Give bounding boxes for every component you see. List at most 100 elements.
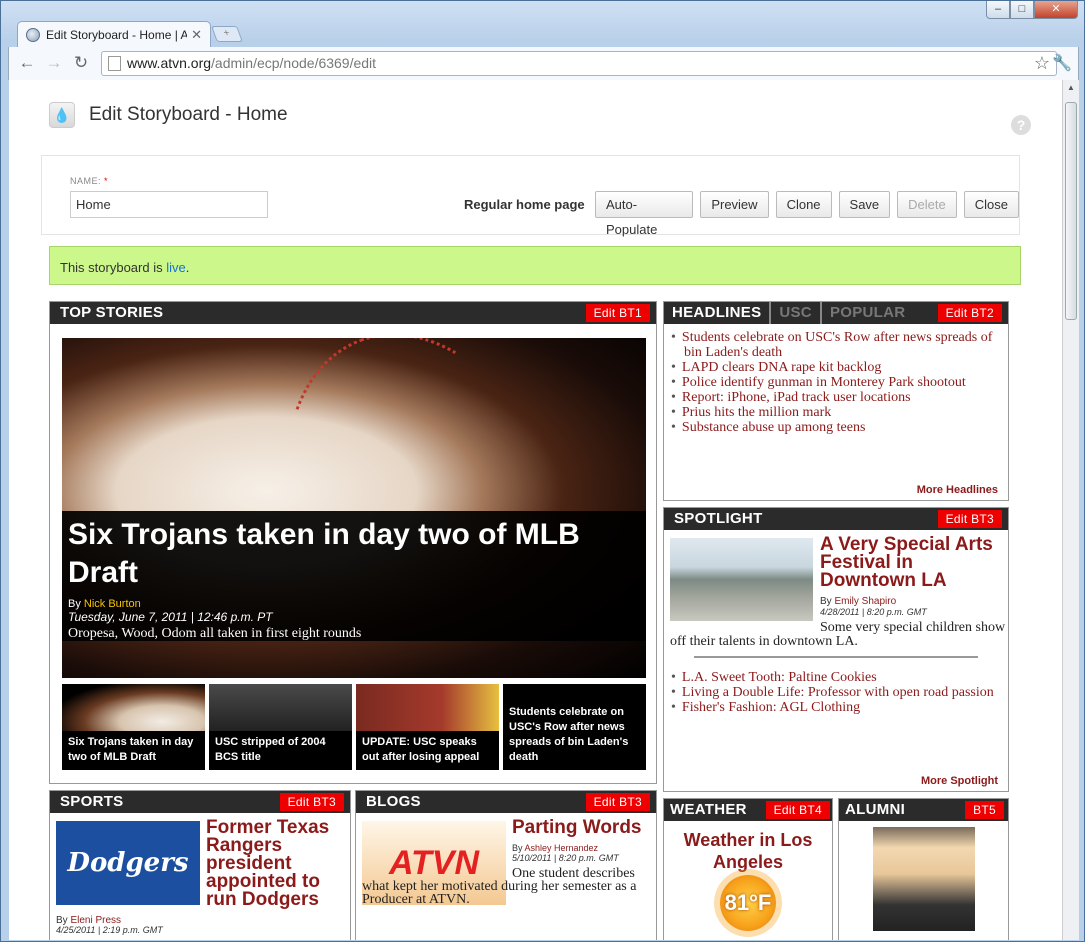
headlines-panel: HEADLINES USC POPULAR Edit BT2 Students … — [663, 301, 1009, 501]
story-thumb[interactable]: USC stripped of 2004 BCS title — [209, 684, 352, 770]
alumni-photo[interactable] — [873, 827, 975, 931]
save-button[interactable]: Save — [838, 191, 891, 218]
more-headlines-link[interactable]: More Headlines — [917, 484, 998, 496]
list-item[interactable]: Fisher's Fashion: AGL Clothing — [682, 700, 1008, 715]
tab-popular[interactable]: POPULAR — [822, 302, 913, 324]
spotlight-title[interactable]: A Very Special Arts Festival in Downtown… — [820, 535, 1006, 590]
thumb-image — [62, 684, 205, 732]
spotlight-description: Some very special children show off thei… — [670, 620, 1006, 649]
name-label: NAME: * — [70, 176, 109, 186]
window-controls: – □ ✕ — [986, 1, 1078, 19]
blogs-title[interactable]: Parting Words — [512, 818, 652, 837]
hero-date: Tuesday, June 7, 2011 | 12:46 p.m. PT — [68, 610, 273, 624]
tab-title: Edit Storyboard - Home | A — [46, 27, 188, 42]
tab-headlines[interactable]: HEADLINES — [664, 302, 772, 324]
list-item[interactable]: Report: iPhone, iPad track user location… — [682, 390, 1008, 405]
url-host: www.atvn.org — [127, 55, 212, 71]
close-window-icon[interactable]: ✕ — [1034, 1, 1078, 19]
url-path: /admin/ecp/node/6369/edit — [211, 55, 377, 71]
story-thumb[interactable]: Six Trojans taken in day two of MLB Draf… — [62, 684, 205, 770]
page-header: 💧 Edit Storyboard - Home — [49, 102, 288, 128]
edit-bt3-button[interactable]: Edit BT3 — [585, 793, 650, 811]
wrench-icon[interactable]: 🔧 — [1052, 53, 1072, 73]
help-icon[interactable]: ? — [1011, 115, 1031, 135]
sports-title[interactable]: Former Texas Rangers president appointed… — [206, 818, 346, 909]
storyboard-type-label: Regular home page — [464, 197, 585, 212]
blogs-byline: By Ashley Hernandez — [512, 843, 599, 853]
auto-populate-button[interactable]: Auto-Populate — [595, 191, 694, 237]
address-bar[interactable]: www.atvn.org/admin/ecp/node/6369/edit ☆ — [101, 51, 1057, 76]
blogs-description: One student describes what kept her moti… — [362, 866, 637, 907]
panel-heading: TOP STORIES Edit BT1 — [50, 302, 656, 324]
new-tab-button[interactable]: + — [211, 26, 243, 42]
author-link[interactable]: Nick Burton — [84, 598, 141, 610]
list-item[interactable]: Prius hits the million mark — [682, 405, 1008, 420]
minimize-icon[interactable]: – — [986, 1, 1010, 19]
page-title: Edit Storyboard - Home — [89, 104, 288, 125]
hero-title[interactable]: Six Trojans taken in day two of MLB Draf… — [68, 516, 640, 592]
browser-window: – □ ✕ Edit Storyboard - Home | A ✕ + ← →… — [0, 0, 1085, 942]
name-field[interactable]: Home — [70, 191, 268, 218]
list-item[interactable]: Students celebrate on USC's Row after ne… — [682, 330, 1008, 360]
live-link[interactable]: live — [166, 260, 186, 275]
edit-bt1-button[interactable]: Edit BT1 — [585, 304, 650, 322]
form-actions: Auto-Populate Preview Clone Save Delete … — [595, 191, 1019, 237]
status-notice: This storyboard is live. — [49, 246, 1021, 285]
edit-bt3-button[interactable]: Edit BT3 — [279, 793, 344, 811]
divider — [694, 656, 978, 658]
list-item[interactable]: Living a Double Life: Professor with ope… — [682, 685, 1008, 700]
close-tab-icon[interactable]: ✕ — [191, 27, 202, 43]
hero-subtitle: Oropesa, Wood, Odom all taken in first e… — [68, 626, 362, 641]
alumni-panel: ALUMNI BT5 — [838, 798, 1009, 940]
list-item[interactable]: LAPD clears DNA rape kit backlog — [682, 360, 1008, 375]
spotlight-panel: SPOTLIGHT Edit BT3 A Very Special Arts Fe… — [663, 507, 1009, 792]
list-item[interactable]: L.A. Sweet Tooth: Paltine Cookies — [682, 670, 1008, 685]
edit-bt2-button[interactable]: Edit BT2 — [937, 304, 1002, 322]
list-item[interactable]: Substance abuse up among teens — [682, 420, 1008, 435]
scroll-thumb[interactable] — [1065, 102, 1077, 320]
scrollbar[interactable]: ▲ — [1062, 80, 1079, 940]
headline-list: Students celebrate on USC's Row after ne… — [664, 324, 1008, 435]
spotlight-date: 4/28/2011 | 8:20 p.m. GMT — [820, 607, 927, 617]
author-link[interactable]: Emily Shapiro — [834, 596, 896, 607]
browser-tab[interactable]: Edit Storyboard - Home | A ✕ — [17, 21, 211, 47]
blogs-panel: BLOGS Edit BT3 ATVN Parting Words By Ashl… — [355, 790, 657, 940]
panel-heading: SPORTS Edit BT3 — [50, 791, 350, 813]
blogs-date: 5/10/2011 | 8:20 p.m. GMT — [512, 853, 619, 863]
reload-icon[interactable]: ↻ — [71, 54, 91, 72]
maximize-icon[interactable]: □ — [1010, 1, 1034, 19]
page-content: 💧 Edit Storyboard - Home ? NAME: * Home … — [9, 80, 1062, 940]
tab-usc[interactable]: USC — [771, 302, 822, 324]
panel-heading: ALUMNI BT5 — [839, 799, 1008, 821]
forward-icon[interactable]: → — [44, 54, 64, 72]
edit-bt3-button[interactable]: Edit BT3 — [937, 510, 1002, 528]
clone-button[interactable]: Clone — [775, 191, 832, 218]
weather-title: Weather in Los Angeles — [683, 830, 813, 872]
delete-button[interactable]: Delete — [897, 191, 957, 218]
edit-bt5-button[interactable]: BT5 — [965, 801, 1004, 819]
close-button[interactable]: Close — [963, 191, 1019, 218]
back-icon[interactable]: ← — [17, 54, 37, 72]
spotlight-image[interactable] — [670, 538, 813, 621]
dodgers-logo[interactable]: Dodgers — [56, 821, 200, 905]
spotlight-byline: By Emily Shapiro — [820, 596, 897, 607]
storyboard-form: NAME: * Home Regular home page Auto-Popu… — [41, 155, 1020, 237]
scroll-up-icon[interactable]: ▲ — [1063, 80, 1079, 96]
list-item[interactable]: Police identify gunman in Monterey Park … — [682, 375, 1008, 390]
browser-toolbar: ← → ↻ www.atvn.org/admin/ecp/node/6369/e… — [8, 47, 1079, 80]
sports-panel: SPORTS Edit BT3 Dodgers Former Texas Rang… — [49, 790, 351, 940]
story-thumb[interactable]: UPDATE: USC speaks out after losing appe… — [356, 684, 499, 770]
story-thumbnails: Six Trojans taken in day two of MLB Draf… — [62, 684, 646, 770]
more-spotlight-link[interactable]: More Spotlight — [921, 775, 998, 787]
sports-date: 4/25/2011 | 2:19 p.m. GMT — [56, 925, 163, 935]
bookmark-star-icon[interactable]: ☆ — [1034, 53, 1050, 74]
headline-tabs: HEADLINES USC POPULAR — [664, 302, 913, 324]
story-thumb[interactable]: Students celebrate on USC's Row after ne… — [503, 684, 646, 770]
panel-heading: HEADLINES USC POPULAR Edit BT2 — [664, 302, 1008, 324]
panel-heading: SPOTLIGHT Edit BT3 — [664, 508, 1008, 530]
preview-button[interactable]: Preview — [700, 191, 769, 218]
author-link[interactable]: Ashley Hernandez — [525, 843, 599, 853]
page-icon — [108, 56, 121, 71]
edit-bt4-button[interactable]: Edit BT4 — [765, 801, 830, 819]
thumb-image — [209, 684, 352, 732]
